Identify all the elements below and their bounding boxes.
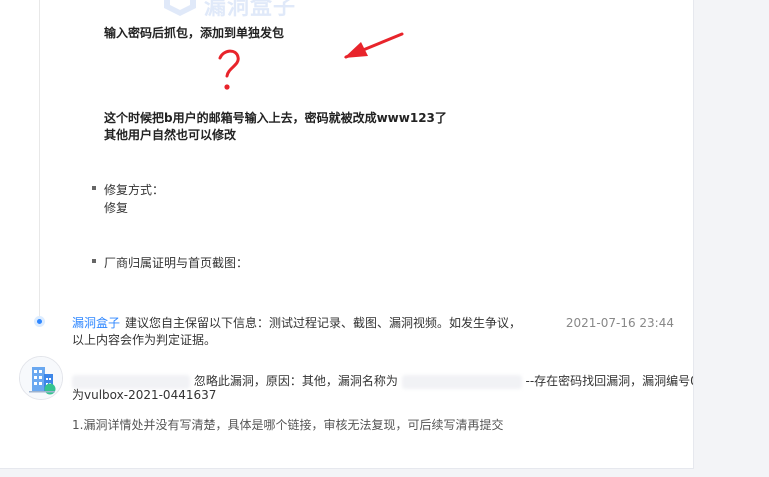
step-text-3: 其他用户自然也可以修改 [104,128,237,142]
step-text-1: 输入密码后抓包，添加到单独发包 [104,26,285,40]
system-comment: 漏洞盒子 建议您自主保留以下信息：测试过程记录、截图、漏洞视频。如发生争议， 以上… [72,314,682,347]
ignore-vuln-id: 为vulbox-2021-0441637 [72,388,217,402]
timeline-line [39,0,40,320]
fix-method-value: 修复 [104,201,129,215]
comment-text-line2: 以上内容会作为判定证据。 [72,333,217,347]
comment-timestamp: 2021-07-16 23:44 [565,316,674,330]
reviewer-avatar[interactable] [19,356,63,400]
fix-method-label: 修复方式： [104,183,165,197]
comment-text-line1: 建议您自主保留以下信息：测试过程记录、截图、漏洞视频。如发生争议， [125,316,522,330]
ignore-text-part2: --存在密码找回漏洞，漏洞编号 [525,374,691,388]
annotation-arrow-shaft [344,32,404,59]
vulbox-logo-icon [164,0,196,16]
report-panel: 漏洞盒子 输入密码后抓包，添加到单独发包 这个时候把b用户的邮箱号输入上去，密码… [0,0,694,469]
bullet-fix-method [92,186,96,190]
building-avatar-icon [20,357,62,399]
watermark-label: 漏洞盒子 [204,0,297,20]
comment-author-link[interactable]: 漏洞盒子 [72,316,120,330]
vulbox-watermark-logo: 漏洞盒子 [160,0,330,20]
annotation-question-dot [224,84,230,90]
ignore-id-suffix: 06 [690,374,693,388]
ignore-text-part1: 忽略此漏洞，原因：其他，漏洞名称为 [193,374,398,388]
annotation-arrow-head [344,42,368,58]
annotation-question-mark [218,49,240,78]
ignore-reason: 1.漏洞详情处并没有写清楚，具体是哪个链接，审核无法复现，可后续写清再提交 [72,418,504,432]
proof-label: 厂商归属证明与首页截图： [104,256,249,270]
timeline-dot [34,316,45,327]
bullet-proof [92,259,96,263]
step-text-2: 这个时候把b用户的邮箱号输入上去，密码就被改成www123了 [104,111,447,125]
redacted-vuln-name [401,374,522,389]
